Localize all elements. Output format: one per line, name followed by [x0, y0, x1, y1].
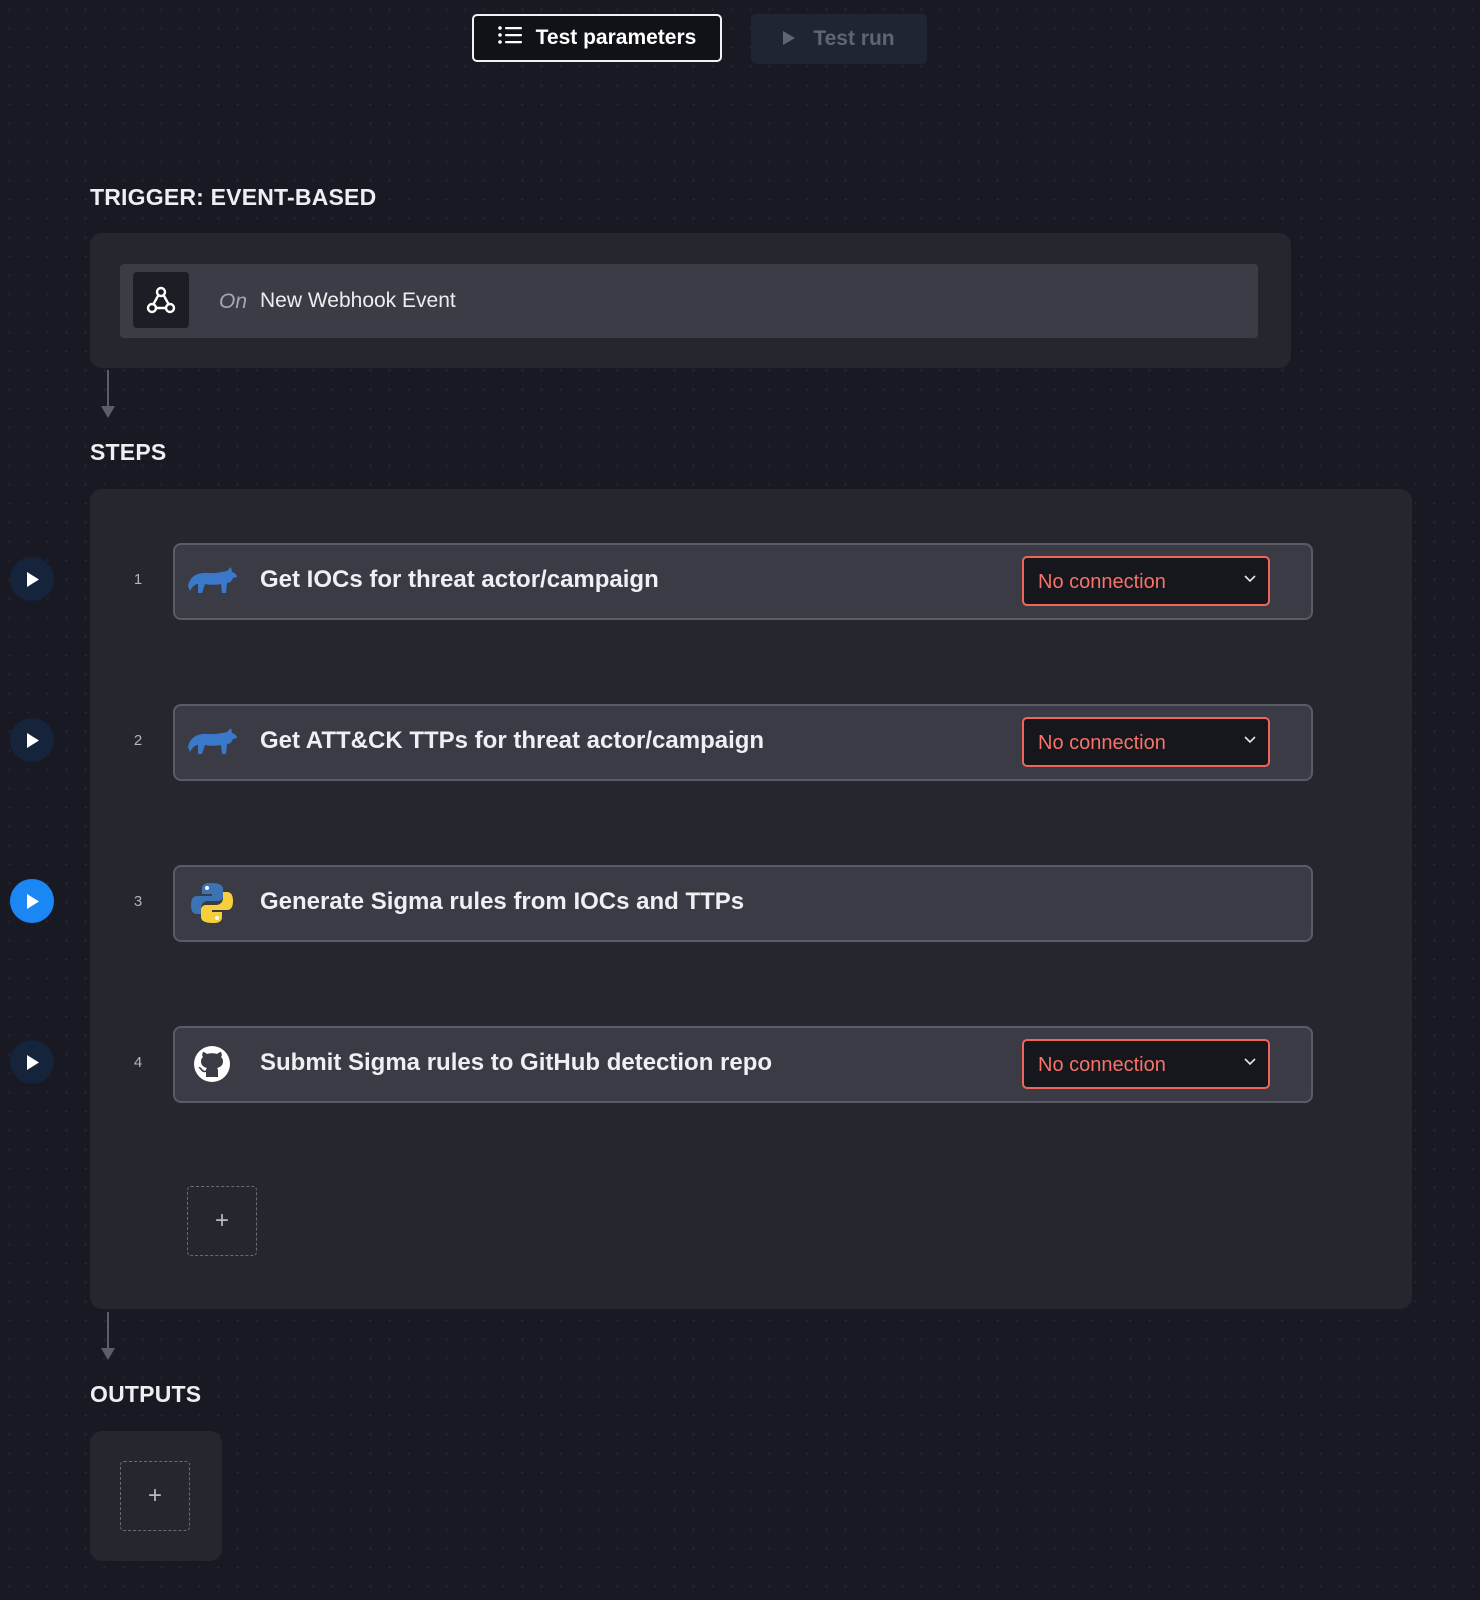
step-title: Get IOCs for threat actor/campaign	[260, 566, 659, 593]
play-icon	[26, 1054, 39, 1070]
step-number: 3	[133, 893, 143, 910]
run-step-3-button[interactable]	[10, 879, 54, 923]
run-step-1-button[interactable]	[10, 557, 54, 601]
trigger-event-label: New Webhook Event	[260, 289, 456, 312]
github-icon	[186, 1038, 238, 1090]
steps-section-title: STEPS	[90, 439, 167, 465]
add-step-button[interactable]: +	[187, 1186, 257, 1256]
step-number: 2	[133, 732, 143, 749]
rhino-icon	[186, 555, 238, 607]
test-parameters-button[interactable]: Test parameters	[472, 14, 722, 62]
step-title: Get ATT&CK TTPs for threat actor/campaig…	[260, 727, 765, 754]
test-run-button[interactable]: Test run	[751, 14, 927, 64]
list-icon	[497, 26, 522, 50]
chevron-down-icon	[1244, 1058, 1256, 1066]
test-parameters-label: Test parameters	[535, 26, 697, 49]
play-icon	[26, 732, 39, 748]
step-number: 4	[133, 1054, 143, 1071]
step-title: Submit Sigma rules to GitHub detection r…	[260, 1049, 773, 1076]
play-icon	[783, 27, 796, 51]
python-icon	[186, 877, 238, 929]
connection-select[interactable]: No connection	[1022, 556, 1270, 606]
play-icon	[26, 571, 39, 587]
run-step-2-button[interactable]	[10, 718, 54, 762]
connection-select[interactable]: No connection	[1022, 717, 1270, 767]
connection-select-value: No connection	[1038, 1054, 1166, 1076]
test-run-label: Test run	[813, 27, 895, 50]
run-step-4-button[interactable]	[10, 1040, 54, 1084]
step-title: Generate Sigma rules from IOCs and TTPs	[260, 888, 745, 915]
chevron-down-icon	[1244, 736, 1256, 744]
rhino-icon	[186, 716, 238, 768]
trigger-on-label: On	[219, 290, 248, 313]
trigger-section-title: TRIGGER: EVENT-BASED	[90, 184, 377, 210]
connection-select[interactable]: No connection	[1022, 1039, 1270, 1089]
add-output-button[interactable]: +	[120, 1461, 190, 1531]
step-number: 1	[133, 571, 143, 588]
connection-select-value: No connection	[1038, 571, 1166, 593]
connection-select-value: No connection	[1038, 732, 1166, 754]
outputs-section-title: OUTPUTS	[90, 1381, 202, 1407]
webhook-icon	[133, 272, 189, 328]
chevron-down-icon	[1244, 575, 1256, 583]
play-icon	[26, 893, 39, 909]
